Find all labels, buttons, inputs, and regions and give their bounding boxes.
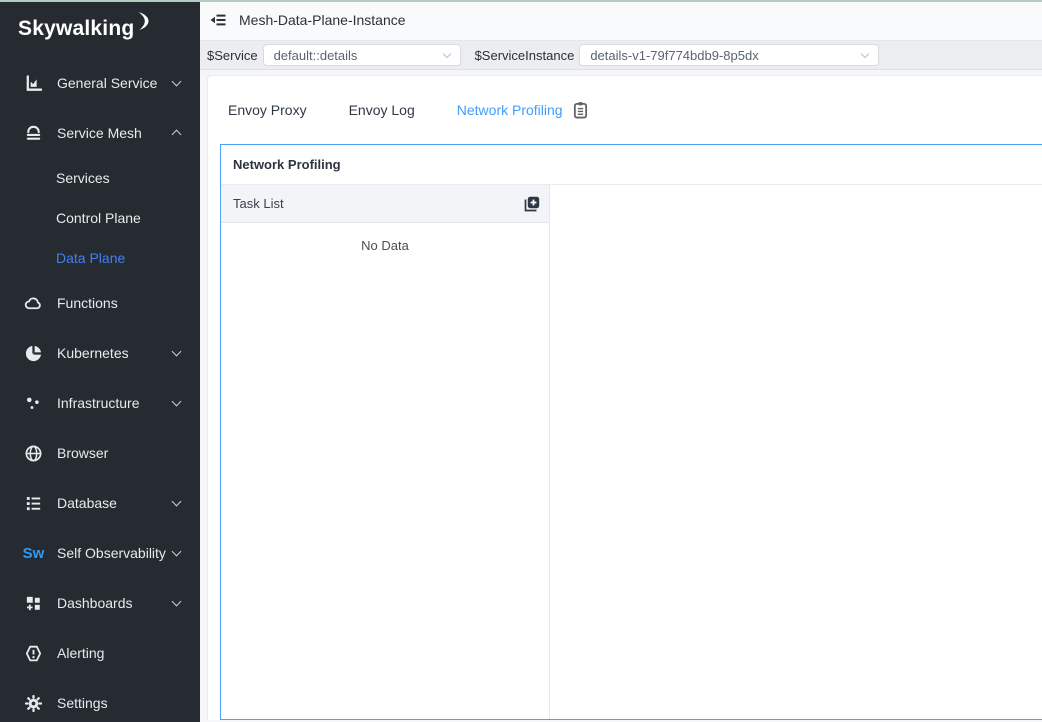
chevron-down-icon [172, 497, 182, 507]
sidebar-item-label: Settings [57, 695, 180, 711]
service-instance-select-value: details-v1-79f774bdb9-8p5dx [590, 48, 758, 63]
sidebar-item-settings[interactable]: Settings [0, 678, 200, 722]
sidebar-subitem-label: Services [56, 170, 110, 186]
sidebar-item-label: Service Mesh [57, 125, 173, 141]
sidebar-item-self-observability[interactable]: Sw Self Observability [0, 528, 200, 578]
no-data-message: No Data [221, 223, 549, 253]
sidebar-item-label: Database [57, 495, 173, 511]
sidebar-item-infrastructure[interactable]: Infrastructure [0, 378, 200, 428]
chevron-down-icon [172, 547, 182, 557]
sidebar-subitem-label: Control Plane [56, 210, 141, 226]
service-instance-select[interactable]: details-v1-79f774bdb9-8p5dx [579, 44, 879, 66]
sidebar-item-label: Infrastructure [57, 395, 173, 411]
task-list-column: Task List No Da [221, 185, 550, 719]
service-select-label: $Service [207, 48, 258, 63]
sidebar-item-label: Self Observability [57, 545, 173, 561]
pie-icon [24, 344, 43, 363]
sidebar-item-dashboards[interactable]: Dashboards [0, 578, 200, 628]
tab-envoy-log[interactable]: Envoy Log [349, 102, 415, 118]
instance-card: Envoy Proxy Envoy Log Network Profiling [207, 75, 1042, 720]
sidebar-item-kubernetes[interactable]: Kubernetes [0, 328, 200, 378]
network-profiling-panel: Network Profiling Task List [220, 144, 1042, 720]
page-title: Mesh-Data-Plane-Instance [239, 12, 406, 28]
sidebar-item-browser[interactable]: Browser [0, 428, 200, 478]
mesh-icon [24, 124, 43, 143]
gear-icon [24, 694, 43, 713]
panel-title: Network Profiling [221, 145, 1042, 185]
chevron-down-icon [442, 49, 450, 57]
service-select-value: default::details [274, 48, 358, 63]
sidebar-item-data-plane[interactable]: Data Plane [0, 238, 200, 278]
globe-icon [24, 444, 43, 463]
chevron-down-icon [172, 347, 182, 357]
chevron-down-icon [172, 77, 182, 87]
page-header: Mesh-Data-Plane-Instance [200, 0, 1042, 40]
sw-logo-icon: Sw [24, 544, 43, 563]
task-list-header: Task List [221, 185, 549, 223]
add-task-icon[interactable] [521, 194, 541, 214]
panel-body: Task List No Da [221, 185, 1042, 719]
database-icon [24, 494, 43, 513]
sidebar-item-label: General Service [57, 75, 173, 91]
sidebar-subitem-label: Data Plane [56, 250, 125, 266]
sidebar-item-services[interactable]: Services [0, 158, 200, 198]
alert-icon [24, 644, 43, 663]
crescent-moon-icon [135, 12, 150, 36]
selector-bar: $Service default::details $ServiceInstan… [200, 40, 1042, 70]
sidebar-item-label: Kubernetes [57, 345, 173, 361]
dots-icon [24, 394, 43, 413]
sidebar-item-label: Browser [57, 445, 180, 461]
tab-network-profiling[interactable]: Network Profiling [457, 102, 563, 118]
app-logo-text: Skywalking [18, 17, 134, 41]
sidebar-item-label: Functions [57, 295, 180, 311]
sidebar-item-label: Dashboards [57, 595, 173, 611]
service-select[interactable]: default::details [263, 44, 461, 66]
task-detail-area [550, 185, 1042, 719]
task-list-title: Task List [233, 196, 284, 211]
tab-bar: Envoy Proxy Envoy Log Network Profiling [220, 76, 1042, 144]
chevron-up-icon [172, 130, 182, 140]
fold-menu-icon[interactable] [208, 10, 228, 30]
sidebar-item-alerting[interactable]: Alerting [0, 628, 200, 678]
dashboard-icon [24, 594, 43, 613]
sidebar-item-control-plane[interactable]: Control Plane [0, 198, 200, 238]
clipboard-icon[interactable] [572, 101, 589, 119]
app-logo[interactable]: Skywalking [0, 0, 200, 58]
chart-icon [24, 74, 43, 93]
top-accent-strip [0, 0, 1042, 2]
tab-envoy-proxy[interactable]: Envoy Proxy [228, 102, 307, 118]
chevron-down-icon [172, 597, 182, 607]
cloud-icon [24, 294, 43, 313]
sidebar-item-functions[interactable]: Functions [0, 278, 200, 328]
sidebar-item-general-service[interactable]: General Service [0, 58, 200, 108]
service-instance-select-label: $ServiceInstance [475, 48, 575, 63]
content-area: Envoy Proxy Envoy Log Network Profiling [200, 75, 1042, 722]
main-area: Mesh-Data-Plane-Instance $Service defaul… [200, 0, 1042, 722]
tab-network-profiling-group: Network Profiling [457, 101, 589, 119]
chevron-down-icon [861, 49, 869, 57]
chevron-down-icon [172, 397, 182, 407]
skywalking-app: Skywalking General Service [0, 0, 1042, 722]
sidebar-item-label: Alerting [57, 645, 180, 661]
sidebar-item-database[interactable]: Database [0, 478, 200, 528]
sidebar: Skywalking General Service [0, 0, 200, 722]
sidebar-item-service-mesh[interactable]: Service Mesh [0, 108, 200, 158]
